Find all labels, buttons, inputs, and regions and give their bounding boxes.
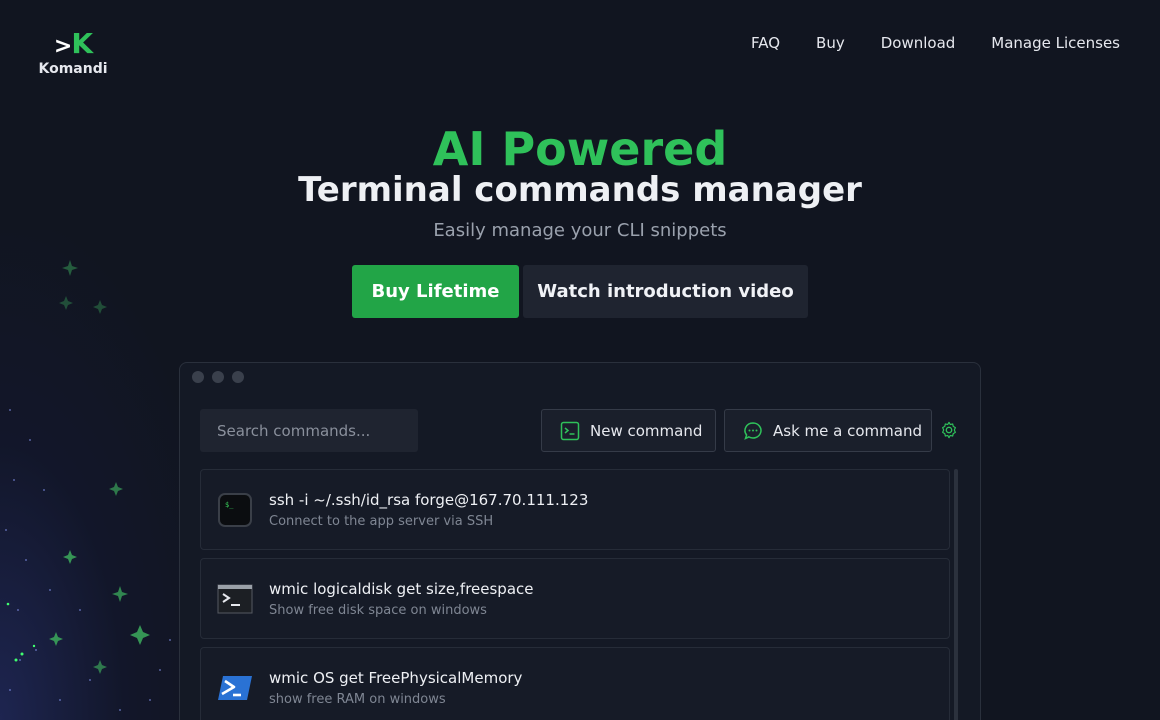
- hero-tagline: Easily manage your CLI snippets: [433, 220, 727, 241]
- svg-text:$_: $_: [225, 501, 234, 509]
- app-window: New command Ask me a command $_ ssh -i ~…: [179, 362, 981, 720]
- command-list: $_ ssh -i ~/.ssh/id_rsa forge@167.70.111…: [200, 469, 950, 720]
- list-scrollbar[interactable]: [954, 469, 958, 720]
- ask-command-label: Ask me a command: [773, 421, 922, 440]
- window-dot-minimize[interactable]: [212, 371, 224, 383]
- command-row[interactable]: $_ ssh -i ~/.ssh/id_rsa forge@167.70.111…: [200, 469, 950, 550]
- command-row[interactable]: wmic logicaldisk get size,freespace Show…: [200, 558, 950, 639]
- powershell-icon: [218, 676, 252, 700]
- hero: AI Powered Terminal commands manager Eas…: [0, 122, 1160, 241]
- nav-faq[interactable]: FAQ: [751, 34, 780, 52]
- nav-buy[interactable]: Buy: [816, 34, 845, 52]
- new-command-button[interactable]: New command: [541, 409, 716, 452]
- window-dot-maximize[interactable]: [232, 371, 244, 383]
- watch-video-button[interactable]: Watch introduction video: [523, 265, 808, 318]
- hero-subheadline: Terminal commands manager: [298, 170, 862, 210]
- terminal-dark-icon: $_: [218, 493, 252, 527]
- command-description: Show free disk space on windows: [269, 603, 487, 618]
- ask-command-button[interactable]: Ask me a command: [724, 409, 932, 452]
- command-text: wmic logicaldisk get size,freespace: [269, 580, 534, 598]
- command-row[interactable]: wmic OS get FreePhysicalMemory show free…: [200, 647, 950, 720]
- command-text: ssh -i ~/.ssh/id_rsa forge@167.70.111.12…: [269, 491, 589, 509]
- gear-icon[interactable]: [940, 421, 958, 439]
- terminal-icon: [560, 421, 580, 440]
- main-nav: FAQ Buy Download Manage Licenses: [751, 34, 1120, 52]
- site-header: >K Komandi FAQ Buy Download Manage Licen…: [0, 0, 1160, 90]
- command-description: Connect to the app server via SSH: [269, 514, 494, 529]
- cta-group: Buy Lifetime Watch introduction video: [352, 265, 808, 318]
- chat-bubble-icon: [744, 421, 762, 440]
- window-controls: [192, 371, 244, 383]
- window-dot-close[interactable]: [192, 371, 204, 383]
- cmd-prompt-icon: [217, 584, 253, 614]
- search-input[interactable]: [200, 409, 418, 452]
- command-description: show free RAM on windows: [269, 692, 446, 707]
- new-command-label: New command: [590, 421, 703, 440]
- hero-headline: AI Powered: [432, 122, 728, 176]
- brand-logo[interactable]: >K Komandi: [38, 27, 108, 78]
- brand-name: Komandi: [38, 61, 108, 77]
- nav-download[interactable]: Download: [881, 34, 956, 52]
- logo-mark-icon: >K: [53, 27, 93, 60]
- buy-lifetime-button[interactable]: Buy Lifetime: [352, 265, 519, 318]
- command-text: wmic OS get FreePhysicalMemory: [269, 669, 523, 687]
- nav-manage-licenses[interactable]: Manage Licenses: [991, 34, 1120, 52]
